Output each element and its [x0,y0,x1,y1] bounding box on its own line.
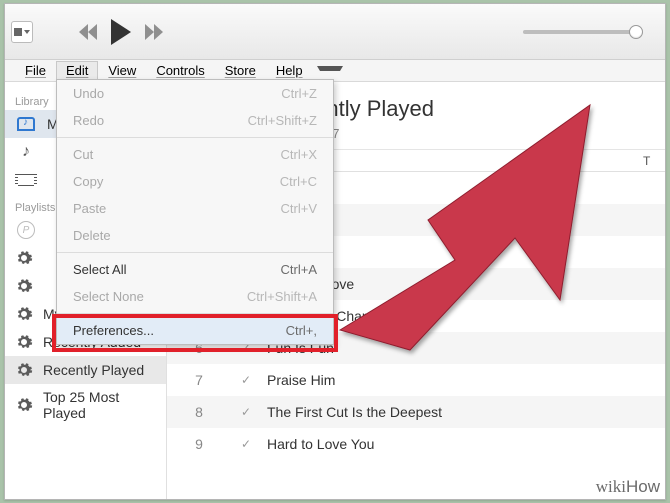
view-mode-button[interactable] [11,21,33,43]
track-number: 7 [167,372,231,388]
menu-item-label: Cut [73,147,281,162]
table-row[interactable]: 8✓The First Cut Is the Deepest [167,396,665,428]
table-row[interactable]: 9✓Hard to Love You [167,428,665,460]
menu-controls[interactable]: Controls [146,61,214,80]
menu-item-delete: Delete [57,222,333,249]
menu-file[interactable]: File [15,61,56,80]
sidebar-item-label: Recently Played [43,362,144,378]
sidebar-item-recently-played[interactable]: Recently Played [5,356,166,384]
next-button[interactable] [145,24,163,40]
menu-item-shortcut: Ctrl+A [281,262,317,277]
menu-help[interactable]: Help [266,61,313,80]
track-number: 9 [167,436,231,452]
playback-controls [79,19,163,45]
menu-item-shortcut: Ctrl+, [286,323,317,338]
track-number: 8 [167,404,231,420]
volume-slider[interactable] [523,30,639,34]
sidebar-item-label: Top 25 Most Played [43,389,156,421]
menu-item-label: Select None [73,289,247,304]
menu-store[interactable]: Store [215,61,266,80]
menu-separator [57,137,333,138]
previous-button[interactable] [79,24,97,40]
menu-item-shortcut: Ctrl+X [281,147,317,162]
menu-item-label: Select All [73,262,281,277]
menu-item-preferences[interactable]: Preferences...Ctrl+, [57,317,333,344]
menu-item-shortcut: Ctrl+Shift+Z [248,113,317,128]
menu-item-select-all[interactable]: Select AllCtrl+A [57,256,333,283]
note-icon: ♪ [15,143,37,161]
menu-separator [57,313,333,314]
checkmark-icon[interactable]: ✓ [231,405,261,419]
menu-item-cut: CutCtrl+X [57,141,333,168]
edit-menu-dropdown: UndoCtrl+ZRedoCtrl+Shift+ZCutCtrl+XCopyC… [56,79,334,345]
music-icon [15,115,37,133]
gear-icon [15,361,33,379]
menu-item-undo: UndoCtrl+Z [57,80,333,107]
track-name: The First Cut Is the Deepest [261,404,665,420]
col-last[interactable]: T [643,154,665,168]
menu-item-shortcut: Ctrl+Shift+A [247,289,317,304]
menu-item-label: Undo [73,86,281,101]
menu-item-select-none: Select NoneCtrl+Shift+A [57,283,333,310]
gear-icon [15,249,33,267]
menu-item-shortcut: Ctrl+C [280,174,317,189]
menu-item-redo: RedoCtrl+Shift+Z [57,107,333,134]
menu-item-label: Paste [73,201,281,216]
menu-item-copy: CopyCtrl+C [57,168,333,195]
playlist-icon: P [15,221,37,239]
menu-item-shortcut: Ctrl+Z [281,86,317,101]
menu-item-label: Redo [73,113,248,128]
video-icon [15,171,37,189]
sidebar-item-top-25-most-played[interactable]: Top 25 Most Played [5,384,166,426]
toolbar [5,4,665,60]
checkmark-icon[interactable]: ✓ [231,437,261,451]
menu-item-shortcut: Ctrl+V [281,201,317,216]
gear-icon [15,305,33,323]
table-row[interactable]: 7✓Praise Him [167,364,665,396]
menu-item-paste: PasteCtrl+V [57,195,333,222]
play-button[interactable] [111,19,131,45]
track-name: Praise Him [261,372,665,388]
menu-separator [57,252,333,253]
menu-edit[interactable]: Edit [56,61,98,80]
watermark: wikiHow [596,477,660,497]
gear-icon [15,333,33,351]
track-name: Hard to Love You [261,436,665,452]
menu-item-label: Preferences... [73,323,286,338]
menu-item-label: Copy [73,174,280,189]
gear-icon [15,396,33,414]
menubar-overflow-icon[interactable] [317,66,343,75]
menu-view[interactable]: View [98,61,146,80]
checkmark-icon[interactable]: ✓ [231,373,261,387]
gear-icon [15,277,33,295]
menu-item-label: Delete [73,228,317,243]
